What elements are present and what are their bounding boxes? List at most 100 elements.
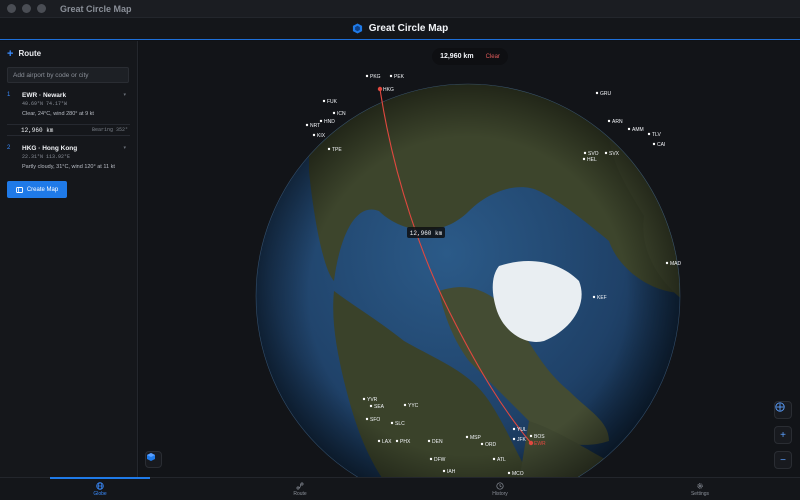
airport-kix[interactable]: KIX [312,133,326,139]
layers-button[interactable] [145,451,162,468]
route-stop-1[interactable]: 1 EWR · Newark 40.69°N 74.17°W Clear, 24… [7,92,130,118]
airport-code: PHX [400,439,411,445]
zoom-out-button[interactable]: − [774,451,792,469]
bottom-tab-bar: Globe Route History Settings [0,477,800,500]
route-section-title: Route [18,49,42,58]
airport-dot [365,417,369,421]
airport-dot [389,74,393,78]
stop-coordinates: 22.31°N 113.92°E [22,154,71,160]
minimize-window-button[interactable] [22,4,31,13]
create-map-label: Create Map [26,186,59,193]
airport-dot [512,437,516,441]
airport-search-input[interactable] [7,67,129,83]
airport-code: NRT [310,123,320,129]
create-map-button[interactable]: Create Map [7,181,67,198]
tab-globe[interactable]: Globe [0,477,200,500]
compass-icon [775,402,785,412]
airport-code: TPE [332,147,342,153]
airport-dot [507,471,511,475]
tab-settings[interactable]: Settings [600,478,800,500]
airport-dot [647,132,651,136]
airport-gru[interactable]: GRU [595,91,612,97]
airport-nrt[interactable]: NRT [305,123,320,129]
airport-dot [332,111,336,115]
airport-dot [627,127,631,131]
globe-map-view[interactable]: 12,960 km PKG PEK ICN NRT KIX HND TPE HKG FUK GRU… [139,41,800,477]
gear-icon [697,482,703,489]
window-titlebar: Great Circle Map [0,0,800,18]
airport-code: SVO [588,151,599,157]
airport-dot [492,457,496,461]
app-logo-icon [352,23,362,34]
stop-name: EWR · Newark [22,92,67,99]
airport-pkg[interactable]: PKG [365,74,381,80]
compass-button[interactable] [774,401,792,419]
airport-dot [652,142,656,146]
airport-code: MAD [670,261,682,267]
zoom-window-button[interactable] [37,4,46,13]
stop-weather: Partly cloudy, 31°C, wind 120° at 11 kt [22,164,115,170]
add-route-icon[interactable]: + [7,48,13,59]
airport-amm[interactable]: AMM [627,127,644,133]
airport-hnd[interactable]: HND [319,119,335,125]
leg-bearing: Bearing 352° [91,127,128,133]
map-icon [15,186,23,193]
window-controls[interactable] [7,4,46,13]
airport-code: JFK [517,437,527,443]
airport-dot [604,151,608,155]
airport-code: SFO [370,417,380,423]
airport-icn[interactable]: ICN [332,111,346,117]
tab-history[interactable]: History [400,478,600,500]
airport-dot [362,397,366,401]
airport-tlv[interactable]: TLV [647,132,662,138]
airport-dot [312,133,316,137]
airport-code: KEF [597,295,607,301]
airport-dot [607,119,611,123]
airport-dot [529,441,533,445]
airport-code: AMM [632,127,644,133]
airport-dot [442,469,446,473]
route-distance-label: 12,960 km [407,227,445,238]
airport-code: ICN [337,111,346,117]
airport-cai[interactable]: CAI [652,142,666,148]
airport-code: GRU [600,91,612,97]
airport-pek[interactable]: PEK [389,74,405,80]
stop-name: HKG · Hong Kong [22,145,78,152]
tab-route[interactable]: Route [200,478,400,500]
airport-fuk[interactable]: FUK [322,99,338,105]
airport-dot [465,435,469,439]
airport-dot [365,74,369,78]
stop-expand-icon[interactable]: ▾ [123,145,126,151]
airport-code: PKG [370,74,381,80]
airport-arn[interactable]: ARN [607,119,623,125]
airport-code: PEK [394,74,405,80]
route-section-header: + Route [7,48,130,59]
route-icon [296,482,304,489]
route-stop-2[interactable]: 2 HKG · Hong Kong 22.31°N 113.92°E Partl… [7,145,130,171]
airport-dot [429,457,433,461]
airport-code: YYC [408,403,419,409]
airport-dot [529,434,533,438]
close-window-button[interactable] [7,4,16,13]
airport-code: ATL [497,457,506,463]
tab-label: History [492,490,508,497]
airport-code: YUL [517,427,527,433]
airport-code: BOS [534,434,545,440]
globe-atmosphere [255,83,681,477]
route-leg-summary: 12,960 km Bearing 352° [7,124,130,136]
app-name: Great Circle Map [368,23,449,34]
airport-dot [595,91,599,95]
distance-pill-value: 12,960 km [440,53,474,60]
window-title: Great Circle Map [60,3,132,14]
distance-pill: 12,960 km Clear [432,48,508,65]
airport-dot [378,87,382,91]
stop-expand-icon[interactable]: ▾ [123,92,126,98]
airport-code: DFW [434,457,446,463]
airport-code: TLV [652,132,661,138]
clear-route-button[interactable]: Clear [486,54,500,60]
globe[interactable]: 12,960 km PKG PEK ICN NRT KIX HND TPE HKG FUK GRU… [139,41,800,477]
globe-icon [96,481,104,490]
route-distance-text: 12,960 km [410,230,443,237]
route-sidebar: + Route 1 EWR · Newark 40.69°N 74.17°W C… [0,41,138,477]
zoom-in-button[interactable]: + [774,426,792,444]
